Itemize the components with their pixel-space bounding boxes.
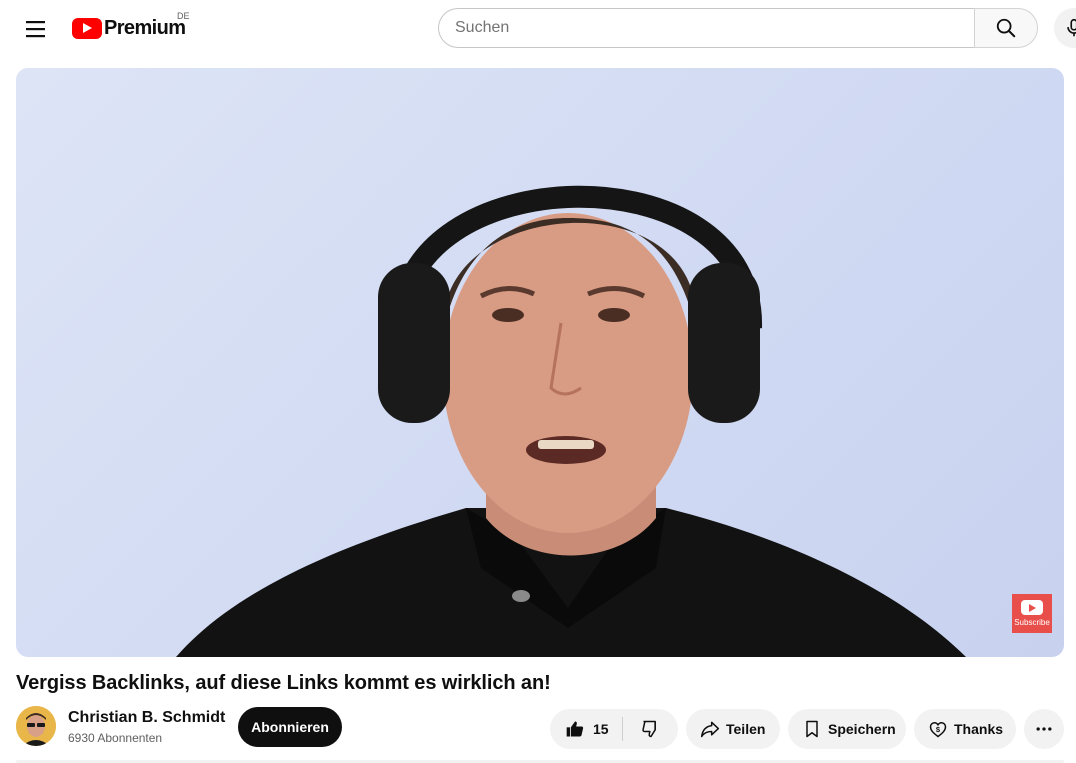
menu-icon <box>26 21 45 38</box>
like-dislike-group: 15 <box>550 709 678 749</box>
voice-search-button[interactable] <box>1054 8 1076 48</box>
thumbs-down-icon <box>641 720 656 738</box>
thanks-heart-icon: $ <box>929 721 947 738</box>
youtube-play-icon <box>72 17 102 39</box>
subscribe-watermark[interactable]: Subscribe <box>1012 594 1052 633</box>
thanks-button[interactable]: $ Thanks <box>914 709 1016 749</box>
watermark-label: Subscribe <box>1014 618 1050 627</box>
channel-avatar[interactable] <box>16 706 56 746</box>
search-button[interactable] <box>974 8 1038 48</box>
bookmark-icon <box>806 720 818 738</box>
video-title: Vergiss Backlinks, auf diese Links kommt… <box>16 672 551 694</box>
subscriber-count: 6930 Abonnenten <box>68 731 163 745</box>
search-icon <box>996 18 1016 38</box>
mic-icon <box>1067 18 1076 37</box>
save-label: Speichern <box>828 721 896 737</box>
search-box <box>438 8 975 48</box>
share-arrow-icon <box>700 721 720 738</box>
video-player[interactable]: Subscribe <box>16 68 1064 657</box>
share-label: Teilen <box>726 721 766 737</box>
share-button[interactable]: Teilen <box>686 709 780 749</box>
video-frame <box>176 185 966 657</box>
more-dots-icon <box>1036 727 1052 731</box>
thumbs-up-icon <box>566 721 584 737</box>
guide-menu-button[interactable] <box>16 9 56 49</box>
thanks-label: Thanks <box>954 721 1004 737</box>
like-count: 15 <box>593 721 609 737</box>
channel-name[interactable]: Christian B. Schmidt <box>68 709 225 727</box>
search-input[interactable] <box>439 9 975 47</box>
youtube-premium-logo[interactable]: Premium DE <box>72 11 190 42</box>
dislike-button[interactable] <box>623 709 678 749</box>
save-button[interactable]: Speichern <box>788 709 906 749</box>
youtube-play-icon <box>1021 600 1043 615</box>
more-actions-button[interactable] <box>1024 709 1064 749</box>
country-code: DE <box>177 11 190 21</box>
subscribe-button[interactable]: Abonnieren <box>238 707 342 747</box>
logo-text: Premium <box>104 16 186 39</box>
masthead: Premium DE <box>0 0 1076 56</box>
svg-text:$: $ <box>936 725 941 734</box>
like-button[interactable]: 15 <box>550 709 622 749</box>
